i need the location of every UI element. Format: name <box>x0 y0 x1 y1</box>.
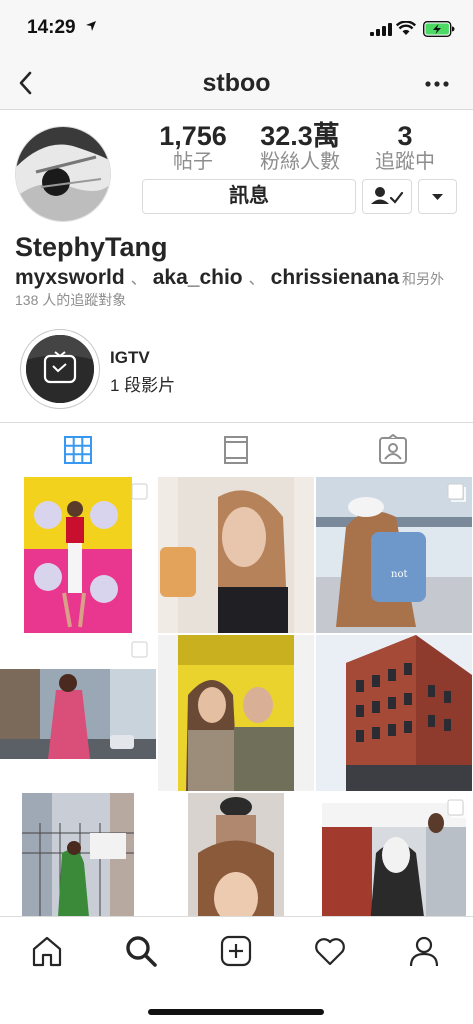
search-icon[interactable] <box>124 934 158 968</box>
igtv-highlight[interactable] <box>20 329 100 409</box>
separator: 、 <box>130 271 147 288</box>
nav-bar: stboo <box>0 58 473 110</box>
followed-by-user[interactable]: myxsworld <box>15 266 125 289</box>
new-post-icon[interactable] <box>219 934 253 968</box>
post-thumbnail[interactable] <box>0 793 156 916</box>
igtv-title[interactable]: IGTV <box>110 348 150 368</box>
suggested-dropdown-button[interactable] <box>418 179 457 214</box>
cellular-signal-icon <box>370 23 392 36</box>
profile-avatar[interactable] <box>15 126 111 222</box>
following-count-stat[interactable]: 3 追蹤中 <box>363 122 447 174</box>
and-others-text: 和另外 <box>402 271 445 287</box>
bottom-tab-bar <box>0 916 473 1024</box>
battery-charging-icon <box>423 21 455 37</box>
post-photo <box>0 793 156 916</box>
post-photo <box>158 635 314 791</box>
following-check-icon <box>371 187 404 204</box>
multi-photo-icon <box>131 483 150 502</box>
status-time: 14:29 <box>27 17 76 38</box>
svg-text:not: not <box>391 569 407 580</box>
home-indicator[interactable] <box>148 1009 324 1015</box>
followed-by[interactable]: myxsworld 、 aka_chio 、 chrissienana 和另外 <box>15 265 444 290</box>
profile-username-title: stboo <box>202 69 271 97</box>
igtv-thumbnail <box>26 335 94 403</box>
followers-count: 32.3萬 <box>260 121 340 151</box>
posts-count-stat[interactable]: 1,756 帖子 <box>146 122 240 174</box>
igtv-icon <box>26 335 94 403</box>
location-arrow-icon <box>86 21 96 31</box>
separator: 、 <box>248 271 265 288</box>
post-thumbnail[interactable] <box>158 477 314 633</box>
igtv-video-count: 1 段影片 <box>110 376 176 395</box>
followed-by-user[interactable]: chrissienana <box>271 266 399 289</box>
more-options-icon[interactable] <box>424 80 450 88</box>
post-photo <box>158 793 314 916</box>
posts-grid: not <box>0 476 473 916</box>
multi-photo-icon <box>447 483 466 502</box>
message-button[interactable]: 訊息 <box>142 179 356 214</box>
profile-display-name: StephyTang <box>15 232 168 262</box>
avatar-photo <box>16 127 110 221</box>
tagged-icon[interactable] <box>377 434 409 466</box>
post-thumbnail[interactable] <box>0 635 156 791</box>
post-photo <box>158 477 314 633</box>
multi-photo-icon <box>447 799 466 818</box>
post-thumbnail[interactable] <box>158 635 314 791</box>
profile-tabs <box>0 422 473 476</box>
followers-label: 粉絲人數 <box>260 151 340 173</box>
posts-label: 帖子 <box>173 151 213 173</box>
following-button[interactable] <box>362 179 412 214</box>
following-label: 追蹤中 <box>375 151 435 173</box>
home-icon[interactable] <box>30 934 64 968</box>
posts-count: 1,756 <box>159 121 227 151</box>
feed-list-icon[interactable] <box>220 434 252 466</box>
post-thumbnail[interactable] <box>0 477 156 633</box>
followed-by-user[interactable]: aka_chio <box>153 266 243 289</box>
post-thumbnail[interactable] <box>158 793 314 916</box>
profile-icon[interactable] <box>407 934 441 968</box>
caret-down-icon <box>432 194 443 200</box>
post-thumbnail[interactable]: not <box>316 477 472 633</box>
post-thumbnail[interactable] <box>316 793 472 916</box>
grid-icon[interactable] <box>62 434 94 466</box>
following-count: 3 <box>397 121 413 151</box>
multi-photo-icon <box>131 641 150 660</box>
activity-heart-icon[interactable] <box>313 934 347 968</box>
followed-by-count[interactable]: 138 人的追蹤對象 <box>15 290 126 310</box>
wifi-icon <box>396 21 416 35</box>
followers-count-stat[interactable]: 32.3萬 粉絲人數 <box>246 122 354 174</box>
post-photo <box>316 635 472 791</box>
post-thumbnail[interactable] <box>316 635 472 791</box>
status-bar: 14:29 <box>0 0 473 58</box>
